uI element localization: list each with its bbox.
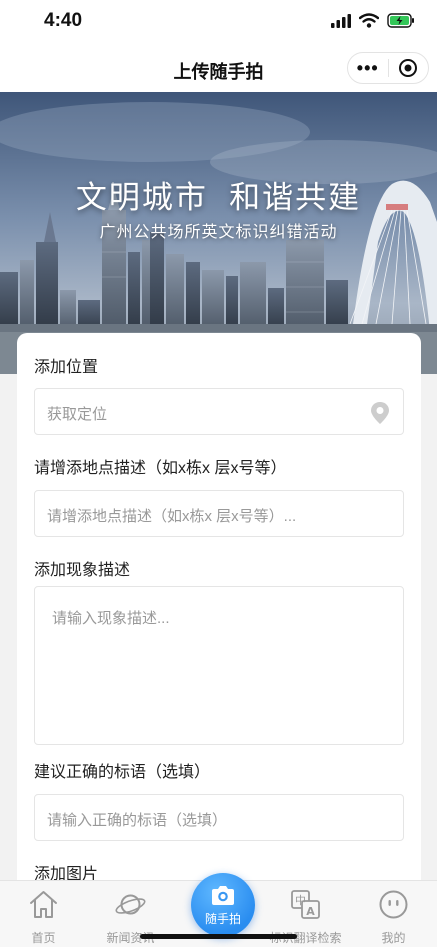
wifi-icon	[359, 13, 379, 28]
location-label: 添加位置	[34, 359, 99, 376]
slogan-placeholder: 请输入正确的标语（选填）	[47, 812, 228, 829]
face-icon	[379, 890, 408, 919]
status-icons	[331, 13, 415, 28]
battery-icon	[387, 13, 414, 28]
planet-icon	[115, 894, 146, 915]
tab-snapshot-button[interactable]: 随手拍	[191, 873, 255, 937]
slogan-input[interactable]: 请输入正确的标语（选填）	[34, 794, 404, 841]
status-bar: 4:40	[0, 0, 437, 46]
tab-home[interactable]: 首页	[0, 881, 87, 947]
camera-icon	[212, 886, 234, 905]
phenomenon-placeholder: 请输入现象描述...	[52, 610, 170, 627]
svg-text:中: 中	[295, 894, 306, 907]
status-time: 4:40	[44, 10, 83, 31]
location-pin-icon[interactable]	[369, 401, 391, 425]
address-placeholder: 请增添地点描述（如x栋x 层x号等）...	[47, 508, 297, 525]
tab-home-label: 首页	[31, 931, 56, 945]
banner-title: 文明城市 和谐共建	[75, 180, 362, 215]
location-field[interactable]: 获取定位	[34, 388, 404, 435]
tab-snapshot-label: 随手拍	[204, 912, 241, 926]
upload-form-card: 添加位置 获取定位 请增添地点描述（如x栋x 层x号等） 请增添地点描述（如x栋…	[17, 333, 421, 893]
target-close-icon[interactable]	[388, 58, 428, 78]
translate-icon: 中 A	[291, 890, 320, 919]
navigation-bar: 上传随手拍 •••	[0, 46, 437, 92]
phenomenon-textarea[interactable]: 请输入现象描述...	[34, 586, 404, 745]
more-dots-icon[interactable]: •••	[348, 53, 388, 83]
address-label: 请增添地点描述（如x栋x 层x号等）	[34, 460, 287, 477]
slogan-label: 建议正确的标语（选填）	[34, 764, 211, 781]
tab-mine[interactable]: 我的	[350, 881, 437, 947]
home-indicator	[140, 934, 297, 939]
location-placeholder: 获取定位	[47, 406, 108, 423]
home-icon	[30, 891, 57, 918]
tab-mine-label: 我的	[381, 931, 406, 945]
banner-subtitle: 广州公共场所英文标识纠错活动	[99, 224, 338, 241]
mini-program-capsule: •••	[347, 52, 429, 84]
address-input[interactable]: 请增添地点描述（如x栋x 层x号等）...	[34, 490, 404, 537]
hero-banner: 文明城市 和谐共建 广州公共场所英文标识纠错活动	[0, 92, 437, 374]
svg-text:A: A	[306, 905, 315, 918]
signal-icon	[331, 13, 351, 28]
phenomenon-label: 添加现象描述	[34, 562, 131, 579]
